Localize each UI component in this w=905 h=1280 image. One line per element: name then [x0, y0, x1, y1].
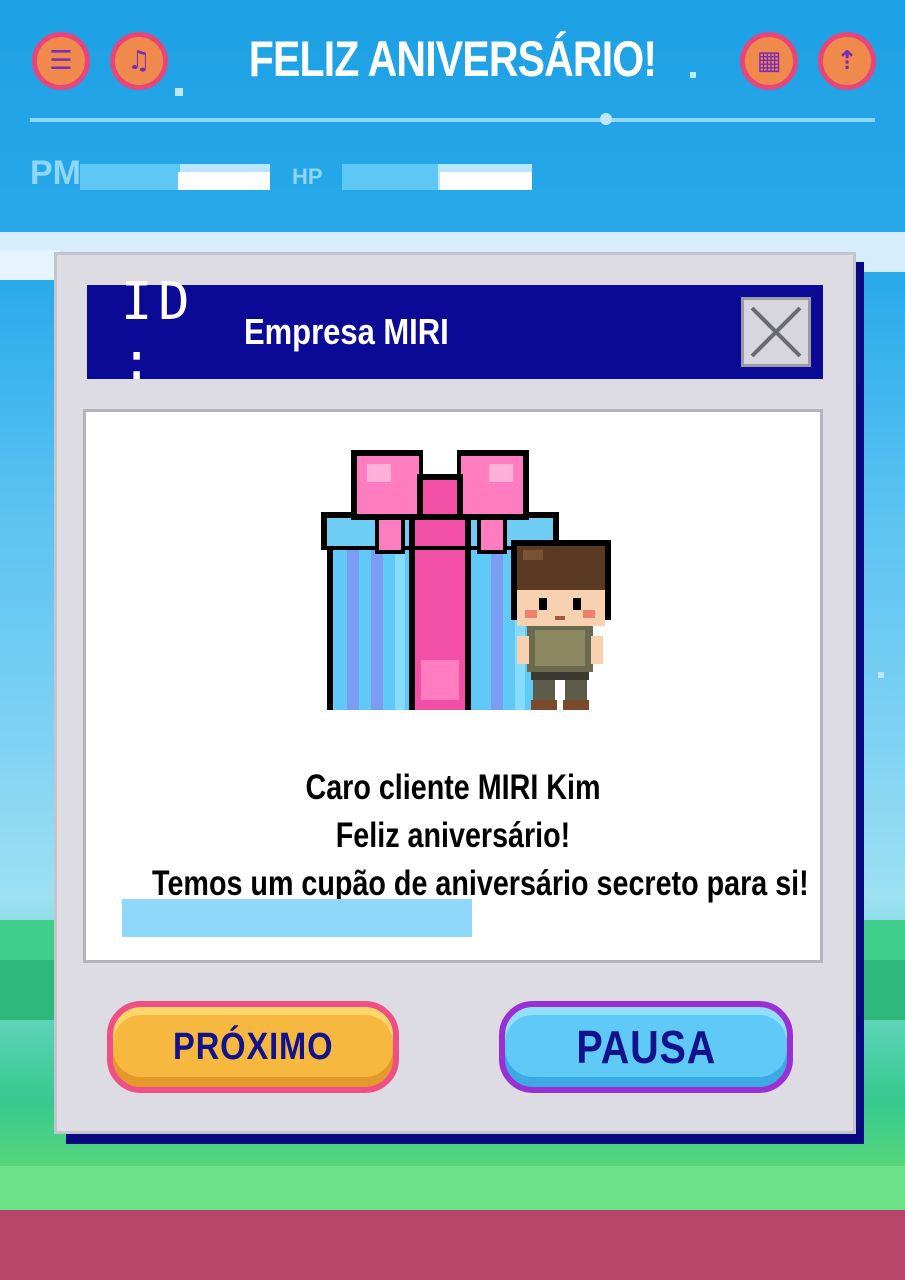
cloud [0, 250, 60, 280]
birthday-message: Caro cliente MIRI Kim Feliz aniversário!… [86, 764, 820, 908]
dialog-window: ID : Empresa MIRI Caro cliente MIRI Kim … [54, 252, 856, 1134]
pm-label: PM [30, 154, 81, 192]
next-button[interactable]: PRÓXIMO [107, 1001, 399, 1093]
sparkle [878, 672, 884, 678]
hp-label: HP [292, 164, 323, 189]
pm-bar-fill [80, 164, 180, 190]
id-label: ID : [121, 272, 196, 392]
upload-icon[interactable]: ⇡ [818, 32, 876, 90]
slider-track[interactable] [30, 118, 875, 122]
sparkle [175, 88, 183, 96]
company-name: Empresa MIRI [244, 311, 449, 352]
hp-bar [342, 164, 532, 190]
music-icon[interactable]: ♫ [110, 32, 168, 90]
close-button[interactable] [741, 297, 811, 367]
page-title: FELIZ ANIVERSÁRIO! [248, 31, 657, 87]
slider-knob[interactable] [600, 113, 612, 125]
pm-bar [80, 164, 270, 190]
close-icon [750, 306, 802, 358]
pause-button-label: PAUSA [576, 1021, 716, 1073]
coupon-highlight-bar [122, 899, 472, 937]
grid-icon[interactable]: ▦ [740, 32, 798, 90]
window-titlebar: ID : Empresa MIRI [87, 272, 823, 392]
pm-bar-shine [178, 172, 270, 190]
next-button-label: PRÓXIMO [172, 1025, 334, 1068]
list-icon[interactable]: ☰ [32, 32, 90, 90]
ground-grass [0, 1166, 905, 1210]
message-birthday: Feliz aniversário! [335, 816, 571, 855]
hp-bar-shine [440, 172, 532, 190]
gift-character-illustration [321, 450, 611, 710]
pause-button[interactable]: PAUSA [499, 1001, 793, 1093]
message-greeting: Caro cliente MIRI Kim [305, 768, 601, 807]
ground-soil [0, 1210, 905, 1280]
sparkle [690, 72, 696, 78]
hp-bar-fill [342, 164, 438, 190]
dialog-content: Caro cliente MIRI Kim Feliz aniversário!… [83, 409, 823, 963]
